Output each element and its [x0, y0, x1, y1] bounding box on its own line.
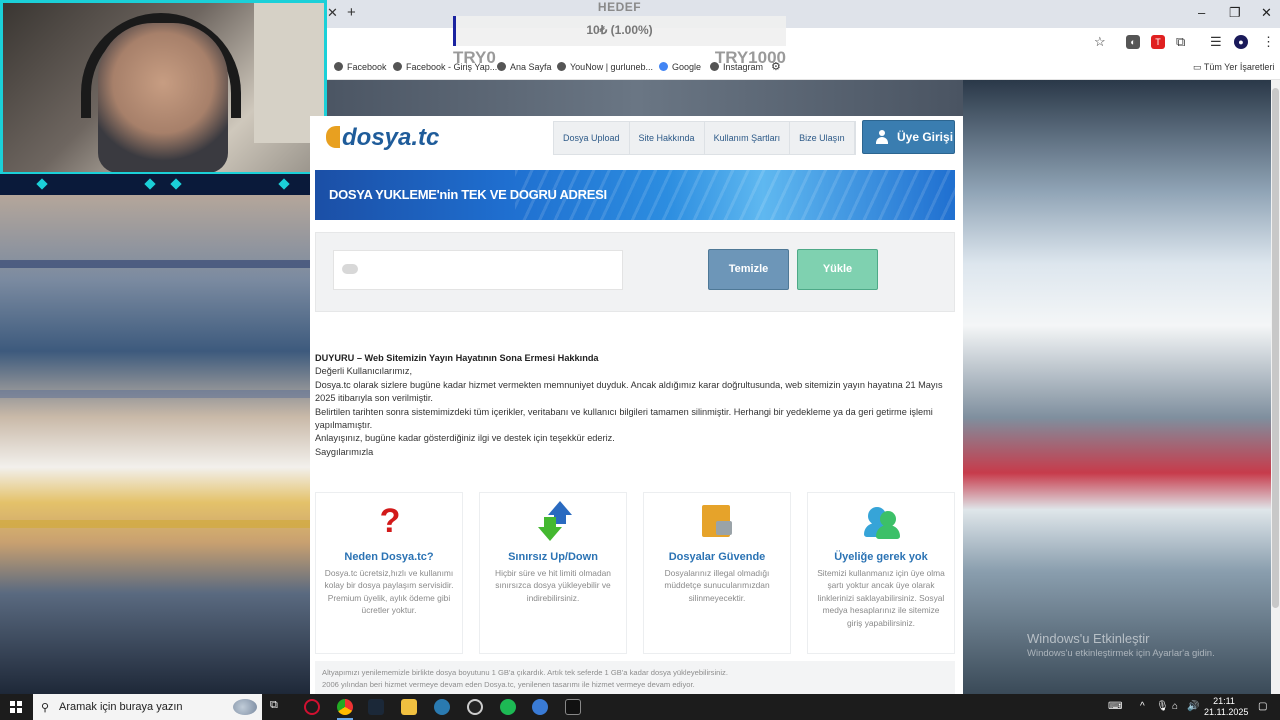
- streamer-video: [98, 23, 228, 173]
- star-bookmark-icon[interactable]: ☆: [1094, 34, 1106, 50]
- all-bookmarks-button[interactable]: ▭ Tüm Yer İşaretleri: [1193, 62, 1274, 73]
- goal-min-label: TRY0: [453, 48, 496, 67]
- task-view-icon[interactable]: ⧉: [270, 699, 286, 715]
- feature-card: Sınırsız Up/Down Hiçbir süre ve hit limi…: [479, 492, 627, 654]
- volume-icon[interactable]: 🔊: [1187, 701, 1199, 712]
- extensions-puzzle-icon[interactable]: ⧉: [1176, 34, 1185, 50]
- feature-text: Dosya.tc ücretsiz,hızlı ve kullanımı kol…: [324, 568, 454, 616]
- announcement-sign: Saygılarımızla: [315, 446, 374, 457]
- announcement-paragraph: Belirtilen tarihten sonra sistemimizdeki…: [315, 406, 933, 431]
- new-tab-icon[interactable]: +: [347, 4, 356, 21]
- windows-start-icon[interactable]: [10, 701, 22, 713]
- close-window-icon[interactable]: ✕: [1261, 5, 1272, 21]
- footer-note: Altyapımızı yenilememizle birlikte dosya…: [315, 661, 955, 694]
- profile-avatar-icon[interactable]: ●: [1234, 35, 1248, 49]
- nav-dosya-upload[interactable]: Dosya Upload: [554, 122, 630, 154]
- user-icon: [875, 130, 889, 144]
- cloud-upload-icon: [342, 264, 358, 274]
- nav-site-hakkinda[interactable]: Site Hakkında: [630, 122, 705, 154]
- folder-icon: ▭: [1193, 62, 1204, 72]
- bookmark-item[interactable]: Facebook: [334, 62, 387, 72]
- feature-title: Sınırsız Up/Down: [508, 551, 598, 563]
- site-logo[interactable]: dosya.tc: [326, 124, 439, 152]
- up-down-arrows-icon: [534, 501, 574, 541]
- feature-text: Sitemizi kullanmanız için üye olma şartı…: [817, 568, 945, 628]
- web-page: dosya.tc Dosya Upload Site Hakkında Kull…: [310, 116, 963, 694]
- extension-tp-icon[interactable]: T: [1151, 35, 1165, 49]
- announcement-paragraph: Dosya.tc olarak sizlere bugüne kadar hiz…: [315, 379, 943, 404]
- keyboard-icon[interactable]: ⌨: [1108, 701, 1122, 712]
- page-scrollbar[interactable]: [1271, 80, 1280, 694]
- feature-text: Hiçbir süre ve hit limiti olmadan sınırs…: [495, 568, 611, 603]
- announcement: DUYURU – Web Sitemizin Yayın Hayatının S…: [315, 352, 960, 459]
- search-highlight-image: [233, 699, 257, 715]
- chrome-icon[interactable]: [337, 699, 353, 715]
- globe-icon: [334, 62, 343, 71]
- users-icon: [862, 501, 902, 541]
- webcam-frame-bar: [0, 172, 327, 195]
- globe-icon: [393, 62, 402, 71]
- feature-card: Dosyalar Güvende Dosyalarınız illegal ol…: [643, 492, 791, 654]
- file-select-input[interactable]: [333, 250, 623, 290]
- tab-search-icon[interactable]: ☰: [1210, 34, 1222, 50]
- question-mark-icon: ?: [379, 502, 401, 540]
- close-tab-icon[interactable]: ✕: [327, 5, 338, 21]
- background-image-right: [963, 80, 1280, 694]
- windows-taskbar: ⚲ Aramak için buraya yazın ⧉ ⌨ ^ 🎙 ⌂ 🔊 2…: [0, 694, 1280, 720]
- file-explorer-icon[interactable]: [401, 699, 417, 715]
- extension-off-icon[interactable]: ◐: [1126, 35, 1140, 49]
- member-login-button[interactable]: Üye Girişi: [862, 120, 955, 154]
- scrollbar-thumb[interactable]: [1272, 88, 1279, 608]
- opera-icon[interactable]: [304, 699, 320, 715]
- upload-button[interactable]: Yükle: [797, 249, 878, 290]
- obs-icon[interactable]: [467, 699, 483, 715]
- goal-max-label: TRY1000: [714, 48, 786, 67]
- minimize-icon[interactable]: –: [1198, 5, 1205, 20]
- app-icon[interactable]: [434, 699, 450, 715]
- goal-progress-bar: 10₺ (1.00%): [453, 16, 786, 46]
- search-placeholder: Aramak için buraya yazın: [59, 701, 183, 713]
- taskbar-search-box[interactable]: ⚲ Aramak için buraya yazın: [33, 694, 262, 720]
- webcam-overlay: [0, 0, 327, 195]
- clear-button[interactable]: Temizle: [708, 249, 789, 290]
- feature-title: Dosyalar Güvende: [668, 551, 766, 563]
- feature-title: Neden Dosya.tc?: [344, 551, 434, 563]
- background-image-left: [0, 190, 310, 694]
- capcut-icon[interactable]: [565, 699, 581, 715]
- announcement-greeting: Değerli Kullanıcılarımız,: [315, 366, 413, 377]
- steam-icon[interactable]: [368, 699, 384, 715]
- windows-activation-subtitle: Windows'u etkinleştirmek için Ayarlar'a …: [1027, 648, 1215, 659]
- locked-folder-icon: [698, 501, 738, 541]
- screen: { "overlay": { "goal_title": "HEDEF", "g…: [0, 0, 1280, 720]
- browser-menu-icon[interactable]: ⋮: [1262, 34, 1275, 50]
- feature-card: Üyeliğe gerek yok Sitemizi kullanmanız i…: [807, 492, 955, 654]
- restore-icon[interactable]: ❐: [1229, 5, 1241, 21]
- notifications-icon[interactable]: ▢: [1258, 701, 1267, 712]
- network-icon[interactable]: ⌂: [1172, 701, 1178, 712]
- upload-panel: Temizle Yükle: [315, 232, 955, 312]
- goal-title: HEDEF: [597, 0, 642, 14]
- features-row: ? Neden Dosya.tc? Dosya.tc ücretsiz,hızl…: [315, 492, 955, 654]
- clock[interactable]: 21:11 21.11.2025: [1204, 696, 1248, 718]
- feature-card: ? Neden Dosya.tc? Dosya.tc ücretsiz,hızl…: [315, 492, 463, 654]
- goal-progress-text: 10₺ (1.00%): [586, 23, 653, 37]
- site-nav: Dosya Upload Site Hakkında Kullanım Şart…: [553, 121, 856, 155]
- donation-goal-overlay: HEDEF 10₺ (1.00%) TRY0 TRY1000: [453, 0, 786, 70]
- feature-title: Üyeliğe gerek yok: [834, 551, 928, 563]
- announcement-paragraph: Anlayışınız, bugüne kadar gösterdiğiniz …: [315, 433, 615, 444]
- hero-banner: DOSYA YUKLEME'nin TEK VE DOGRU ADRESI: [315, 170, 955, 220]
- logo-mark-icon: [326, 126, 340, 148]
- app-icon[interactable]: [532, 699, 548, 715]
- background-image-top: [310, 80, 963, 116]
- nav-kullanim-sartlari[interactable]: Kullanım Şartları: [705, 122, 791, 154]
- search-icon: ⚲: [41, 702, 50, 714]
- spotify-icon[interactable]: [500, 699, 516, 715]
- windows-activation-title: Windows'u Etkinleştir: [1027, 631, 1150, 646]
- banner-text: DOSYA YUKLEME'nin TEK VE DOGRU ADRESI: [329, 187, 607, 202]
- chevron-up-icon[interactable]: ^: [1140, 701, 1145, 712]
- microphone-icon[interactable]: 🎙: [1156, 701, 1169, 712]
- announcement-title: DUYURU – Web Sitemizin Yayın Hayatının S…: [315, 353, 599, 363]
- feature-text: Dosyalarınız illegal olmadığı müddetçe s…: [664, 568, 770, 603]
- nav-bize-ulasin[interactable]: Bize Ulaşın: [790, 122, 855, 154]
